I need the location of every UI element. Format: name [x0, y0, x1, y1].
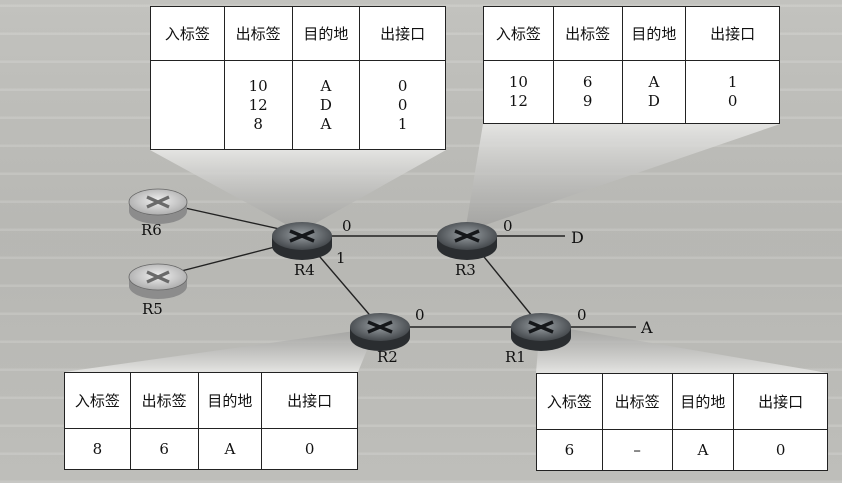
destination-cell: AD: [621, 60, 687, 124]
col-in-label: 入标签: [483, 6, 554, 61]
label-table-top-right: 入标签 出标签 目的地 出接口 10 12 69 AD 10: [483, 6, 780, 124]
col-out-label: 出标签: [223, 6, 293, 61]
router-r1-icon: [511, 313, 571, 351]
col-destination: 目的地: [291, 6, 361, 61]
col-out-interface: 出接口: [261, 372, 358, 429]
destination-d: D: [571, 228, 584, 247]
col-destination: 目的地: [197, 372, 263, 429]
router-r2-icon: [350, 313, 410, 351]
router-r3-icon: [437, 222, 497, 260]
out-interface-cell: 10: [685, 60, 780, 124]
router-label-r3: R3: [455, 261, 476, 279]
col-destination: 目的地: [671, 373, 735, 430]
col-out-label: 出标签: [552, 6, 623, 61]
port-label-r4-1: 1: [336, 249, 346, 267]
router-r6-icon: [128, 188, 188, 224]
col-out-interface: 出接口: [685, 6, 780, 61]
destination-cell: A: [671, 429, 735, 471]
destination-a: A: [641, 318, 653, 337]
col-in-label: 入标签: [536, 373, 603, 430]
port-label-r2-0: 0: [415, 306, 425, 324]
router-label-r4: R4: [294, 261, 315, 279]
col-destination: 目的地: [621, 6, 687, 61]
router-label-r2: R2: [377, 348, 398, 366]
router-label-r5: R5: [142, 300, 163, 318]
out-label-cell: 6: [129, 428, 199, 470]
callout-r1: [536, 324, 828, 373]
col-out-interface: 出接口: [359, 6, 446, 61]
router-r5-icon: [128, 263, 188, 299]
label-table-bottom-left: 入标签 出标签 目的地 出接口 8 6 A 0: [64, 372, 358, 470]
in-label-cell: 8: [64, 428, 131, 470]
router-label-r1: R1: [505, 348, 526, 366]
in-label-cell: [150, 60, 225, 150]
out-label-cell: 69: [552, 60, 623, 124]
destination-cell: A: [197, 428, 263, 470]
port-label-r4-0: 0: [342, 217, 352, 235]
table-row: 6 – A 0: [536, 429, 828, 471]
table-row: 8 6 A 0: [64, 428, 358, 470]
router-r4-icon: [272, 222, 332, 260]
callout-r2: [64, 328, 376, 372]
callout-r3: [465, 124, 780, 232]
col-out-label: 出标签: [129, 372, 199, 429]
out-interface-cell: 0: [261, 428, 358, 470]
in-label-cell: 6: [536, 429, 603, 471]
label-table-top-left: 入标签 出标签 目的地 出接口 10 12 8 ADA 001: [150, 6, 446, 150]
col-out-label: 出标签: [601, 373, 673, 430]
col-in-label: 入标签: [64, 372, 131, 429]
out-interface-cell: 001: [359, 60, 446, 150]
destination-cell: ADA: [291, 60, 361, 150]
port-label-r1-0: 0: [577, 306, 587, 324]
col-in-label: 入标签: [150, 6, 225, 61]
out-label-cell: 10 12 8: [223, 60, 293, 150]
table-row: 10 12 8 ADA 001: [150, 60, 446, 150]
out-label-cell: –: [601, 429, 673, 471]
table-row: 10 12 69 AD 10: [483, 60, 780, 124]
callout-r6: [150, 150, 446, 232]
col-out-interface: 出接口: [733, 373, 828, 430]
label-table-bottom-right: 入标签 出标签 目的地 出接口 6 – A 0: [536, 373, 828, 471]
in-label-cell: 10 12: [483, 60, 554, 124]
out-interface-cell: 0: [733, 429, 828, 471]
router-label-r6: R6: [141, 221, 162, 239]
port-label-r3-0: 0: [503, 217, 513, 235]
